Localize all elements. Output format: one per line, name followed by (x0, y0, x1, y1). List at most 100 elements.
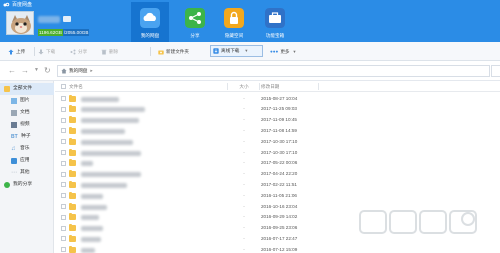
refresh-icon[interactable]: ↻ (44, 66, 51, 75)
file-date: 2016-10-16 23:04 (261, 203, 298, 209)
cloud-icon (140, 8, 160, 28)
folder-icon (69, 180, 76, 188)
file-date: 2016-09-25 23:06 (261, 225, 298, 231)
table-row[interactable]: - 2016-07-12 15:09 (55, 245, 500, 253)
file-date: 2017-05-22 00:06 (261, 160, 298, 166)
table-row[interactable]: - 2016-11-05 21:06 (55, 191, 500, 202)
row-checkbox[interactable] (61, 214, 66, 220)
row-checkbox[interactable] (61, 160, 66, 166)
folder-icon (69, 191, 76, 199)
toolbar: 上传 下载 分享 删除 新建文件夹 离线下载 ▼ ●●● 更多 ▼ (0, 42, 500, 61)
sidebar-item-apps[interactable]: 应用 (0, 155, 54, 167)
breadcrumb[interactable]: 我的网盘 ▸ (57, 65, 490, 77)
tab-hidden-space[interactable]: 隐藏空间 (215, 2, 253, 42)
row-checkbox[interactable] (61, 139, 66, 145)
sidebar-item-images[interactable]: 图片 (0, 95, 54, 107)
tab-label: 功能宝箱 (265, 33, 285, 38)
table-row[interactable]: - 2017-11-25 09:03 (55, 104, 500, 115)
file-name-blurred (81, 128, 125, 134)
sidebar-item-my-shares[interactable]: 我的分享 (0, 179, 54, 191)
folder-icon (69, 245, 76, 253)
new-folder-button[interactable]: 新建文件夹 (158, 47, 189, 56)
sidebar-item-documents[interactable]: 文档 (0, 107, 54, 119)
file-name-blurred (81, 182, 127, 188)
file-size: - (243, 246, 245, 252)
tab-share[interactable]: 分享 (176, 2, 214, 42)
app-icon (11, 158, 17, 164)
offline-download-button[interactable]: 离线下载 ▼ (210, 45, 263, 57)
file-size: - (243, 181, 245, 187)
row-checkbox[interactable] (61, 247, 66, 253)
table-row[interactable]: - 2017-04-24 22:20 (55, 169, 500, 180)
history-dropdown-icon[interactable]: ▼ (34, 66, 39, 75)
chevron-right-icon: ▸ (90, 68, 93, 73)
avatar[interactable] (6, 11, 34, 35)
table-row[interactable]: - 2017-11-09 10:45 (55, 115, 500, 126)
table-row[interactable]: - 2017-05-22 00:06 (55, 158, 500, 169)
table-row[interactable]: - 2017-10-30 17:10 (55, 148, 500, 159)
more-button[interactable]: ●●● 更多 ▼ (270, 47, 297, 56)
tab-label: 隐藏空间 (224, 33, 244, 38)
file-size: - (243, 192, 245, 198)
baidu-cloud-logo-icon (3, 2, 10, 7)
vip-badge[interactable] (63, 16, 71, 22)
row-checkbox[interactable] (61, 236, 66, 242)
tab-label: 我的网盘 (140, 33, 160, 38)
file-name-blurred (81, 193, 103, 199)
share-icon (185, 8, 205, 28)
share-button[interactable]: 分享 (70, 47, 87, 56)
row-checkbox[interactable] (61, 225, 66, 231)
file-name-blurred (81, 107, 145, 113)
row-checkbox[interactable] (61, 106, 66, 112)
sidebar-item-other[interactable]: ⋯ 其他 (0, 167, 54, 179)
file-size: - (243, 171, 245, 177)
select-all-checkbox[interactable] (61, 84, 66, 89)
storage-quota: 1196.62GB/2055.00GB (38, 29, 90, 36)
file-date: 2017-11-09 10:45 (261, 117, 297, 123)
tab-toolbox[interactable]: 功能宝箱 (256, 2, 294, 42)
delete-button[interactable]: 删除 (101, 47, 118, 56)
row-checkbox[interactable] (61, 182, 66, 188)
row-checkbox[interactable] (61, 128, 66, 134)
baidu-jingyan-watermark-icon (359, 210, 477, 234)
lock-icon (224, 8, 244, 28)
file-size: - (243, 235, 245, 241)
download-button[interactable]: 下载 (38, 47, 55, 56)
sidebar-item-all-files[interactable]: 全部文件 (0, 83, 54, 95)
row-checkbox[interactable] (61, 150, 66, 155)
home-icon (61, 68, 67, 74)
file-date: 2017-11-25 09:03 (261, 106, 297, 112)
row-checkbox[interactable] (61, 117, 66, 123)
upload-button[interactable]: 上传 (8, 47, 25, 56)
table-row[interactable]: - 2017-02-22 11:51 (55, 180, 500, 191)
folder-icon (69, 148, 76, 156)
torrent-icon: BT (11, 134, 18, 140)
back-arrow-icon[interactable]: ← (8, 66, 16, 75)
forward-arrow-icon[interactable]: → (21, 66, 29, 75)
column-header-name[interactable]: 文件名 (69, 81, 83, 92)
sidebar-item-torrents[interactable]: BT 种子 (0, 131, 54, 143)
folder-icon (69, 137, 76, 145)
table-row[interactable]: - 2017-10-30 17:10 (55, 137, 500, 148)
folder-icon (69, 234, 76, 242)
column-header-date[interactable]: 修改日期 (261, 81, 279, 92)
sidebar-item-videos[interactable]: 视频 (0, 119, 54, 131)
table-row[interactable]: - 2015-08-27 10:04 (55, 94, 500, 105)
download-icon (38, 49, 44, 54)
sidebar-item-music[interactable]: ♫ 音乐 (0, 143, 54, 155)
file-name-blurred (81, 118, 139, 124)
column-header-size[interactable]: 大小 (229, 81, 259, 92)
row-checkbox[interactable] (61, 171, 66, 177)
search-input[interactable] (491, 65, 500, 77)
file-name-blurred (81, 161, 93, 167)
username-blurred[interactable] (38, 16, 60, 23)
address-bar: ← → ▼ ↻ 我的网盘 ▸ (0, 61, 500, 81)
row-checkbox[interactable] (61, 193, 66, 199)
tab-my-netdisk[interactable]: 我的网盘 (131, 2, 169, 42)
row-checkbox[interactable] (61, 204, 66, 209)
file-size: - (243, 203, 245, 209)
other-icon: ⋯ (11, 170, 17, 176)
share-icon (70, 49, 76, 54)
table-row[interactable]: - 2017-11-08 14:59 (55, 126, 500, 137)
row-checkbox[interactable] (61, 96, 66, 101)
